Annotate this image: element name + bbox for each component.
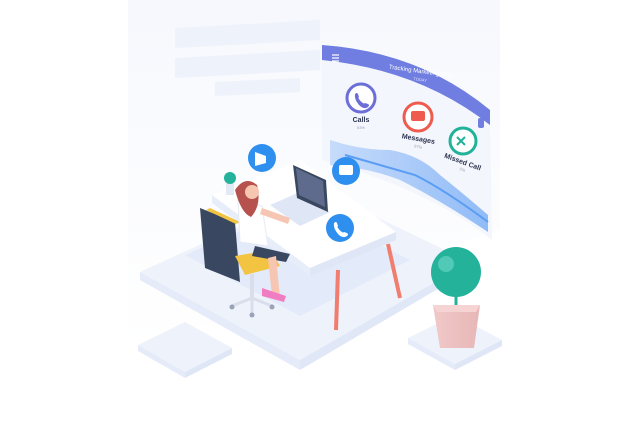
- message-icon: [411, 111, 425, 121]
- bubble-megaphone-icon[interactable]: [248, 144, 276, 172]
- stat-calls-value: 53%: [357, 125, 365, 130]
- stat-calls-label: Calls: [353, 117, 370, 124]
- person-face: [245, 185, 259, 199]
- phone-icon: [345, 82, 377, 114]
- potted-plant: [431, 247, 481, 348]
- bubble-phone-icon[interactable]: [326, 214, 354, 242]
- desk-leg: [334, 269, 340, 331]
- isometric-illustration: Tracking Marketing ROI TODAY Calls 53% M…: [128, 0, 502, 378]
- bubble-chat-icon[interactable]: [332, 157, 360, 185]
- illustration-scene: Tracking Marketing ROI TODAY Calls 53% M…: [0, 0, 631, 435]
- panel-edge-handle: [478, 118, 484, 128]
